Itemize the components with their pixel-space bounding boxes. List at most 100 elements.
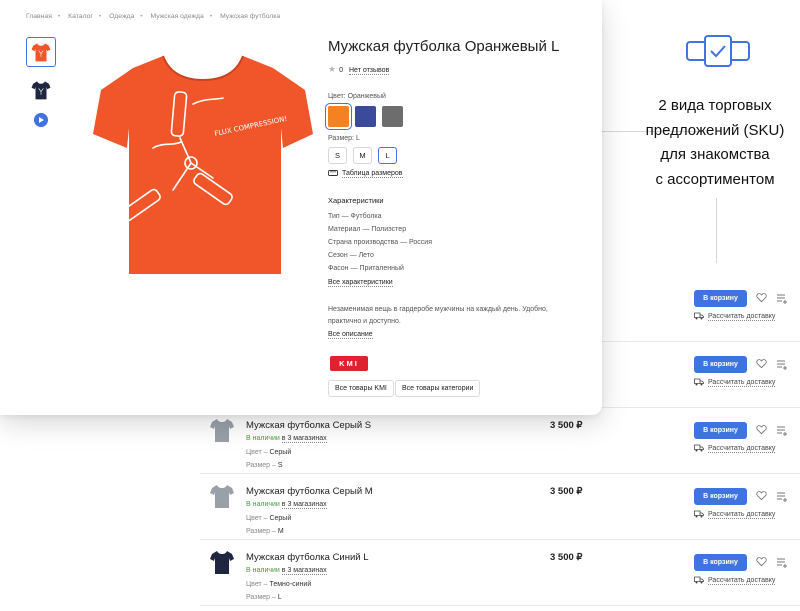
heart-icon[interactable]	[756, 424, 767, 435]
color-swatches	[325, 103, 409, 130]
size-option-s[interactable]: S	[328, 147, 347, 164]
sku-options-icon	[686, 35, 750, 67]
breadcrumb-separator: •	[98, 13, 102, 20]
characteristics-title: Характеристики	[328, 196, 384, 205]
tshirt-icon	[31, 43, 51, 62]
add-to-cart-button[interactable]: В корзину	[694, 488, 747, 505]
breadcrumb-item[interactable]: Мужская одежда	[151, 13, 204, 20]
ruler-icon	[328, 170, 338, 177]
brand-products-button[interactable]: Все товары KMI	[328, 380, 394, 397]
add-to-cart-button[interactable]: В корзину	[694, 356, 747, 373]
all-description-link[interactable]: Все описание	[328, 331, 373, 339]
size-table-label: Таблица размеров	[342, 170, 403, 178]
stock-status: В наличии	[246, 501, 280, 508]
compare-icon[interactable]	[776, 491, 788, 502]
offer-color: Цвет – Серый	[246, 449, 291, 456]
offer-thumbnail[interactable]	[208, 416, 236, 444]
offer-stock: В наличии в 3 магазинах	[246, 435, 327, 443]
offer-thumbnail[interactable]	[208, 482, 236, 510]
product-card: Главная • Каталог • Одежда • Мужская одежда…	[0, 0, 602, 415]
offer-price: 3 500 ₽	[550, 486, 583, 497]
delivery-label: Рассчитать доставку	[708, 576, 776, 585]
characteristic-item: Сезон — Лето	[328, 252, 374, 259]
color-swatch-gray[interactable]	[382, 106, 403, 127]
offer-name[interactable]: Мужская футболка Серый M	[246, 486, 373, 497]
product-description: Незаменимая вещь в гардеробе мужчины на …	[328, 306, 548, 325]
offer-name[interactable]: Мужская футболка Серый S	[246, 420, 371, 431]
characteristic-item: Тип — Футболка	[328, 213, 382, 220]
delivery-label: Рассчитать доставку	[708, 510, 776, 519]
characteristic-item: Страна производства — Россия	[328, 239, 432, 246]
tshirt-shape	[210, 419, 234, 442]
offer-size-label: Размер –	[246, 594, 278, 601]
delivery-label: Рассчитать доставку	[708, 444, 776, 453]
size-option-l[interactable]: L	[378, 147, 397, 164]
promo-line: 2 вида торговых	[658, 97, 772, 114]
heart-icon[interactable]	[756, 490, 767, 501]
delivery-link[interactable]: Рассчитать доставку	[694, 510, 776, 519]
offer-thumbnail[interactable]	[208, 548, 236, 576]
color-swatch-orange[interactable]	[325, 103, 352, 130]
stock-status: В наличии	[246, 567, 280, 574]
truck-icon	[694, 312, 704, 320]
breadcrumb: Главная • Каталог • Одежда • Мужская одежда…	[26, 13, 280, 20]
compare-icon[interactable]	[776, 425, 788, 436]
offer-color-value: Серый	[269, 515, 292, 522]
offer-size-label: Размер –	[246, 462, 278, 469]
star-icon: ★	[328, 64, 337, 74]
offer-color-label: Цвет –	[246, 449, 270, 456]
add-to-cart-button[interactable]: В корзину	[694, 422, 747, 439]
breadcrumb-item[interactable]: Главная	[26, 13, 52, 20]
product-image[interactable]: FLUX COMPRESSION!	[93, 38, 313, 278]
product-page: В корзину Рассчитать доставку В корзину …	[0, 0, 800, 611]
stock-stores-link[interactable]: в 3 магазинах	[281, 567, 327, 575]
truck-icon	[694, 378, 704, 386]
offer-price: 3 500 ₽	[550, 552, 583, 563]
breadcrumb-item[interactable]: Каталог	[68, 13, 93, 20]
compare-icon[interactable]	[776, 359, 788, 370]
size-table-link[interactable]: Таблица размеров	[328, 170, 403, 178]
offer-color-label: Цвет –	[246, 581, 270, 588]
delivery-label: Рассчитать доставку	[708, 378, 776, 387]
stock-stores-link[interactable]: в 3 магазинах	[281, 501, 327, 509]
delivery-link[interactable]: Рассчитать доставку	[694, 444, 776, 453]
offer-color: Цвет – Серый	[246, 515, 291, 522]
breadcrumb-separator: •	[140, 13, 143, 20]
divider-line	[716, 198, 717, 263]
color-swatch-blue[interactable]	[355, 106, 376, 127]
add-to-cart-button[interactable]: В корзину	[694, 554, 747, 571]
promo-line: с ассортиментом	[655, 170, 775, 188]
tshirt-icon	[31, 81, 51, 100]
truck-icon	[694, 510, 704, 518]
heart-icon[interactable]	[756, 358, 767, 369]
offer-color-value: Серый	[269, 449, 292, 456]
delivery-link[interactable]: Рассчитать доставку	[694, 576, 776, 585]
size-label: Размер: L	[328, 135, 360, 142]
delivery-link[interactable]: Рассчитать доставку	[694, 378, 776, 387]
heart-icon[interactable]	[756, 292, 767, 303]
compare-icon[interactable]	[776, 557, 788, 568]
breadcrumb-separator: •	[209, 13, 213, 20]
play-video-icon[interactable]	[34, 113, 48, 127]
offer-row: Мужская футболка Серый M В наличии в 3 м…	[200, 474, 800, 540]
heart-icon[interactable]	[756, 556, 767, 567]
offer-size: Размер – M	[246, 528, 284, 535]
offer-name[interactable]: Мужская футболка Синий L	[246, 552, 369, 563]
add-to-cart-button[interactable]: В корзину	[694, 290, 747, 307]
breadcrumb-item[interactable]: Одежда	[109, 13, 134, 20]
reviews-link[interactable]: Нет отзывов	[348, 67, 390, 75]
offer-price: 3 500 ₽	[550, 420, 583, 431]
brand-logo[interactable]: KMI	[330, 356, 368, 371]
offer-stock: В наличии в 3 магазинах	[246, 501, 327, 509]
stock-stores-link[interactable]: в 3 магазинах	[281, 435, 327, 443]
thumbnail-navy[interactable]	[26, 75, 56, 105]
delivery-link[interactable]: Рассчитать доставку	[694, 312, 776, 321]
all-characteristics-link[interactable]: Все характеристики	[328, 279, 393, 287]
compare-icon[interactable]	[776, 293, 788, 304]
thumbnail-orange[interactable]	[26, 37, 56, 67]
size-option-m[interactable]: M	[353, 147, 372, 164]
offer-size-value: S	[277, 462, 283, 469]
category-products-button[interactable]: Все товары категории	[395, 380, 481, 397]
offer-size-label: Размер –	[246, 528, 278, 535]
offer-color-value: Темно-синий	[269, 581, 312, 588]
